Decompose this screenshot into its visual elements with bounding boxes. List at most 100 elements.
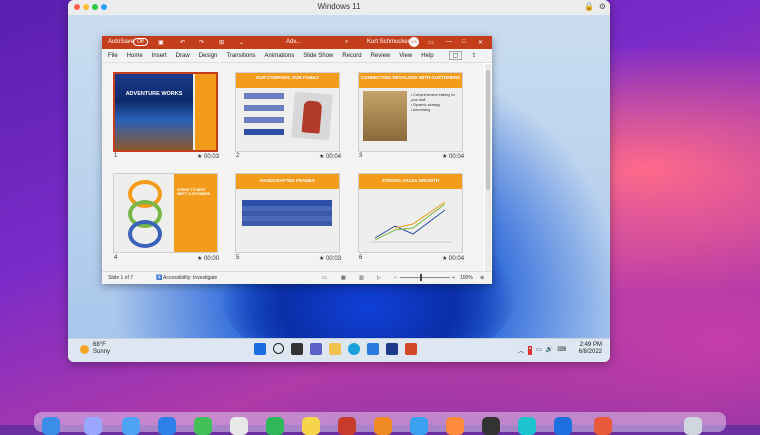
- settings-icon[interactable]: [367, 343, 379, 355]
- tab-home[interactable]: Home: [127, 53, 143, 59]
- comments-icon[interactable]: ▢: [448, 51, 463, 60]
- dock-app-icon[interactable]: [122, 417, 140, 435]
- vm-titlebar[interactable]: Windows 11 🔒 ⚙: [68, 0, 610, 16]
- dock-app-icon[interactable]: [302, 417, 320, 435]
- tab-record[interactable]: Record: [342, 53, 361, 59]
- trash-icon[interactable]: [684, 417, 702, 435]
- slide-thumbnail-1[interactable]: ADVENTURE WORKS: [113, 72, 218, 152]
- present-icon[interactable]: ⊞: [219, 39, 224, 46]
- search-icon[interactable]: [273, 343, 284, 354]
- powerpoint-icon[interactable]: [405, 343, 417, 355]
- dock-app-icon[interactable]: [410, 417, 428, 435]
- doc-name[interactable]: Adv...: [286, 39, 301, 45]
- windows-taskbar: 68°F Sunny ︿ ▪ ▭ 🔊 ⌨ 2:49 PM 6/8/2022: [68, 338, 610, 362]
- vm-window: Windows 11 🔒 ⚙ AutoSave Off ▣ ↶ ↷ ⊞ ⌄ Ad…: [68, 0, 610, 362]
- more-icon[interactable]: ⌄: [239, 39, 244, 46]
- zoom-out-icon[interactable]: −: [394, 275, 397, 281]
- tab-draw[interactable]: Draw: [176, 53, 190, 59]
- close-icon[interactable]: ✕: [478, 39, 483, 46]
- macos-dock: [34, 412, 726, 435]
- dock-app-icon[interactable]: [338, 417, 356, 435]
- dock-app-icon[interactable]: [84, 417, 102, 435]
- weather-widget[interactable]: 68°F Sunny: [80, 342, 110, 356]
- autosave-toggle[interactable]: Off: [133, 38, 148, 46]
- tab-animations[interactable]: Animations: [265, 53, 295, 59]
- tree-photo: [363, 91, 407, 141]
- dock-app-icon[interactable]: [594, 417, 612, 435]
- table-row: [242, 221, 332, 226]
- share-icon[interactable]: ⇪: [471, 52, 476, 59]
- tab-transitions[interactable]: Transitions: [226, 53, 255, 59]
- slide-thumbnail-4[interactable]: STRIVE TO BEST MEET CUSTOMERS: [113, 173, 218, 253]
- sorter-view-icon[interactable]: ▦: [341, 275, 346, 281]
- start-icon[interactable]: [254, 343, 266, 355]
- accessibility-status[interactable]: Accessibility: Investigate: [163, 275, 217, 281]
- edge-icon[interactable]: [348, 343, 360, 355]
- vm-tray-icon[interactable]: ▪: [528, 346, 533, 355]
- dock-app-icon[interactable]: [554, 417, 572, 435]
- status-bar: Slide 1 of 7 ♿ Accessibility: Investigat…: [102, 271, 492, 284]
- slide-thumbnail-5[interactable]: HANDCRAFTED FRAMES: [235, 173, 340, 253]
- dock-app-icon[interactable]: [158, 417, 176, 435]
- clock-date: 6/8/2022: [578, 349, 602, 355]
- scroll-thumb[interactable]: [486, 70, 490, 190]
- slide-number: 2: [236, 153, 240, 159]
- minimize-icon[interactable]: —: [446, 39, 452, 45]
- slideshow-icon[interactable]: ▷: [377, 275, 381, 281]
- zoom-in-icon[interactable]: +: [452, 275, 455, 281]
- zoom-slider[interactable]: [400, 277, 450, 278]
- slide-2-title: OUR COMPANY, OUR FAMILY: [236, 73, 339, 88]
- slide-duration: ★ 00:00: [197, 256, 220, 262]
- dock-app-icon[interactable]: [266, 417, 284, 435]
- tab-insert[interactable]: Insert: [152, 53, 167, 59]
- slide-count: Slide 1 of 7: [108, 275, 134, 281]
- tab-help[interactable]: Help: [421, 53, 433, 59]
- lock-icon[interactable]: 🔒: [584, 2, 594, 11]
- task-view-icon[interactable]: [291, 343, 303, 355]
- user-name[interactable]: Kurt Schmucker: [367, 39, 410, 45]
- reading-view-icon[interactable]: ▥: [359, 275, 364, 281]
- keyboard-icon[interactable]: ⌨: [557, 346, 566, 355]
- avatar[interactable]: KS: [409, 37, 419, 47]
- vertical-scrollbar[interactable]: [485, 64, 491, 272]
- maximize-icon[interactable]: □: [462, 39, 466, 45]
- zoom-level[interactable]: 100%: [460, 275, 473, 281]
- chevron-up-icon[interactable]: ︿: [518, 346, 524, 355]
- tab-review[interactable]: Review: [371, 53, 391, 59]
- redo-icon[interactable]: ↷: [199, 39, 204, 46]
- dock-app-icon[interactable]: [482, 417, 500, 435]
- fit-slide-icon[interactable]: ⊕: [480, 275, 484, 281]
- slide-thumbnail-2[interactable]: OUR COMPANY, OUR FAMILY: [235, 72, 340, 152]
- zoom-handle[interactable]: [420, 274, 422, 281]
- normal-view-icon[interactable]: ▭: [322, 275, 327, 281]
- dock-app-icon[interactable]: [42, 417, 60, 435]
- dock-app-icon[interactable]: [446, 417, 464, 435]
- store-icon[interactable]: [386, 343, 398, 355]
- ribbon-display-icon[interactable]: ▭: [428, 39, 434, 46]
- clock[interactable]: 2:49 PM 6/8/2022: [579, 342, 602, 356]
- slide-number: 3: [359, 153, 363, 159]
- tab-slide-show[interactable]: Slide Show: [303, 53, 333, 59]
- tab-design[interactable]: Design: [199, 53, 218, 59]
- tab-view[interactable]: View: [399, 53, 412, 59]
- file-explorer-icon[interactable]: [329, 343, 341, 355]
- slide-thumbnail-6[interactable]: STRONG SALES GROWTH: [358, 173, 463, 253]
- search-icon[interactable]: ⌕: [345, 39, 348, 46]
- slide-number: 1: [114, 153, 118, 159]
- undo-icon[interactable]: ↶: [180, 39, 185, 46]
- dock-app-icon[interactable]: [194, 417, 212, 435]
- slide-4-title: STRIVE TO BEST MEET CUSTOMERS: [177, 188, 210, 196]
- ribbon-tabs: File Home Insert Draw Design Transitions…: [102, 49, 492, 63]
- network-icon[interactable]: ▭: [536, 346, 542, 355]
- tab-file[interactable]: File: [108, 53, 118, 59]
- save-icon[interactable]: ▣: [158, 39, 164, 46]
- dock-app-icon[interactable]: [374, 417, 392, 435]
- dock-app-icon[interactable]: [230, 417, 248, 435]
- dock-app-icon[interactable]: [518, 417, 536, 435]
- volume-icon[interactable]: 🔊: [546, 346, 553, 355]
- gear-icon[interactable]: ⚙: [599, 2, 606, 11]
- chat-icon[interactable]: [310, 343, 322, 355]
- slide-number: 4: [114, 255, 118, 261]
- accessibility-icon[interactable]: ♿: [156, 275, 162, 281]
- slide-thumbnail-3[interactable]: CONNECTING RETAILERS WITH CUSTOMERS • Co…: [358, 72, 463, 152]
